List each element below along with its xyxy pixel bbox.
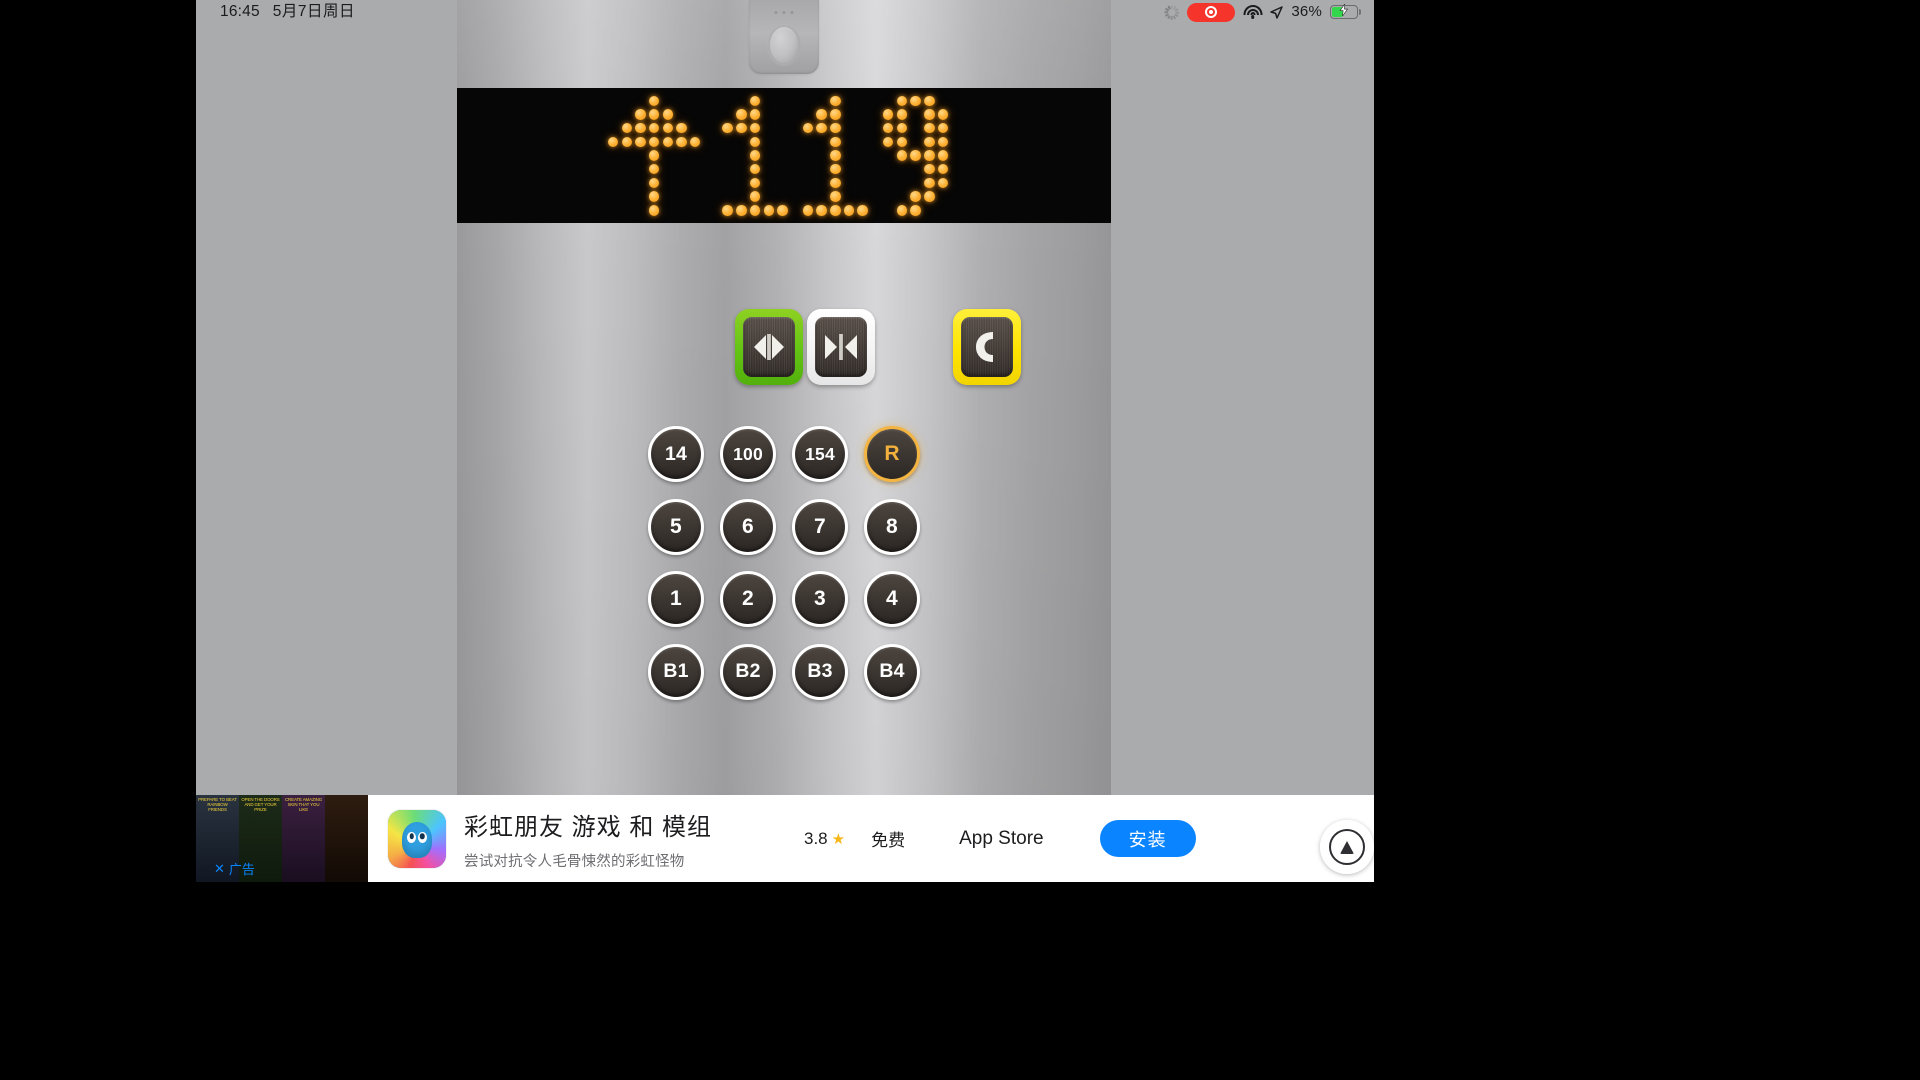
floor-button-4[interactable]: 4 [864,571,920,628]
led-digit [722,95,788,216]
floor-button-cell: 8 [856,491,928,564]
ad-close-row[interactable]: ✕ 广告 [214,859,255,878]
led-digit [882,95,949,216]
phone-icon [976,332,993,362]
floor-button-154[interactable]: 154 [792,426,848,483]
ad-thumb-caption: PREPARE TO BEAT RAINBOW FRIENDS [198,797,237,812]
door-close-icon [825,334,857,360]
floor-button-cell: 5 [640,491,712,564]
ad-thumb-caption: OPEN THE DOORS AND GET YOUR PRIZE [241,797,280,812]
ad-banner[interactable]: PREPARE TO BEAT RAINBOW FRIENDS OPEN THE… [196,795,1374,882]
activity-spinner-icon [1164,4,1180,20]
door-close-face [815,317,867,377]
floor-number-dot-matrix [722,95,949,216]
status-time: 16:45 [220,3,260,20]
floor-button-grid: 14 100 154 R 5 6 7 8 1 2 3 4 B1 B2 B3 B4 [457,418,1111,708]
floor-button-2[interactable]: 2 [720,571,776,628]
door-open-icon [754,334,784,360]
battery-percent: 36% [1291,3,1322,20]
assistive-touch-button[interactable] [1320,820,1374,874]
floor-button-7[interactable]: 7 [792,498,848,555]
ad-title: 彩虹朋友 游戏 和 模组 [464,813,713,841]
battery-charging-icon [1330,2,1362,19]
ad-thumb [325,795,368,882]
floor-button-cell: 1 [640,563,712,636]
floor-button-cell: 4 [856,563,928,636]
call-button[interactable] [953,309,1021,385]
floor-button-cell: B1 [640,636,712,709]
door-open-button[interactable] [735,309,803,385]
floor-button-cell: 14 [640,418,712,491]
ad-price: 免费 [871,831,906,850]
floor-button-cell: 7 [784,491,856,564]
floor-button-r[interactable]: R [864,426,920,483]
led-digit [802,95,868,216]
ad-app-icon [388,809,446,868]
ad-rating: 3.8 ★ [804,829,845,849]
status-date: 5月7日周日 [272,3,356,20]
function-button-row [457,309,1111,385]
floor-button-1[interactable]: 1 [648,571,704,628]
ad-rating-value: 3.8 [804,828,828,848]
floor-button-cell: 154 [784,418,856,491]
screen-recording-indicator[interactable] [1187,2,1236,22]
floor-button-6[interactable]: 6 [720,498,776,555]
floor-button-14[interactable]: 14 [648,426,704,483]
floor-button-cell: 3 [784,563,856,636]
floor-button-cell: 2 [712,563,784,636]
camera-lens-icon [767,24,801,66]
star-icon: ★ [831,830,846,848]
status-bar-left: 16:45 5月7日周日 [220,0,355,24]
location-services-icon [1270,5,1284,19]
ad-text-block: 彩虹朋友 游戏 和 模组 尝试对抗令人毛骨悚然的彩虹怪物 [464,807,764,871]
ad-store-name: App Store [959,827,1044,849]
ad-install-button[interactable]: 安装 [1099,820,1196,857]
floor-button-3[interactable]: 3 [792,571,848,628]
floor-button-cell: 100 [712,418,784,491]
led-content [607,95,949,216]
ad-thumb: CREATE AMAZING SKIN THAT YOU LIKE [282,795,325,882]
call-face [961,317,1013,377]
up-arrow-dot-matrix [607,95,701,216]
floor-button-cell: B2 [712,636,784,709]
status-bar-right: 36% [1164,0,1362,24]
floor-button-cell: B4 [856,636,928,709]
floor-button-b3[interactable]: B3 [792,643,848,700]
record-ring-icon [1205,6,1218,18]
status-bar: 16:45 5月7日周日 36% [196,0,1374,24]
wifi-icon [1243,5,1263,19]
floor-button-5[interactable]: 5 [648,498,704,555]
door-close-button[interactable] [807,309,875,385]
ad-thumb-caption: CREATE AMAZING SKIN THAT YOU LIKE [284,797,323,812]
floor-button-100[interactable]: 100 [720,426,776,483]
led-display [457,88,1111,223]
ad-label: 广告 [228,862,255,877]
ad-subtitle: 尝试对抗令人毛骨悚然的彩虹怪物 [464,853,685,870]
ipad-screen: 16:45 5月7日周日 36% 14 100 154 R 5 6 7 8 1 … [196,0,1374,882]
floor-button-b1[interactable]: B1 [648,643,704,700]
floor-button-cell: R [856,418,928,491]
floor-button-b4[interactable]: B4 [864,643,920,700]
floor-button-cell: 6 [712,491,784,564]
floor-button-b2[interactable]: B2 [720,643,776,700]
floor-button-8[interactable]: 8 [864,498,920,555]
floor-button-cell: B3 [784,636,856,709]
door-open-face [743,317,795,377]
screen-root: 16:45 5月7日周日 36% 14 100 154 R 5 6 7 8 1 … [0,0,1920,1080]
close-x-icon[interactable]: ✕ [214,861,225,877]
elevator-panel: 14 100 154 R 5 6 7 8 1 2 3 4 B1 B2 B3 B4 [457,0,1111,882]
assistive-touch-icon [1329,829,1365,865]
